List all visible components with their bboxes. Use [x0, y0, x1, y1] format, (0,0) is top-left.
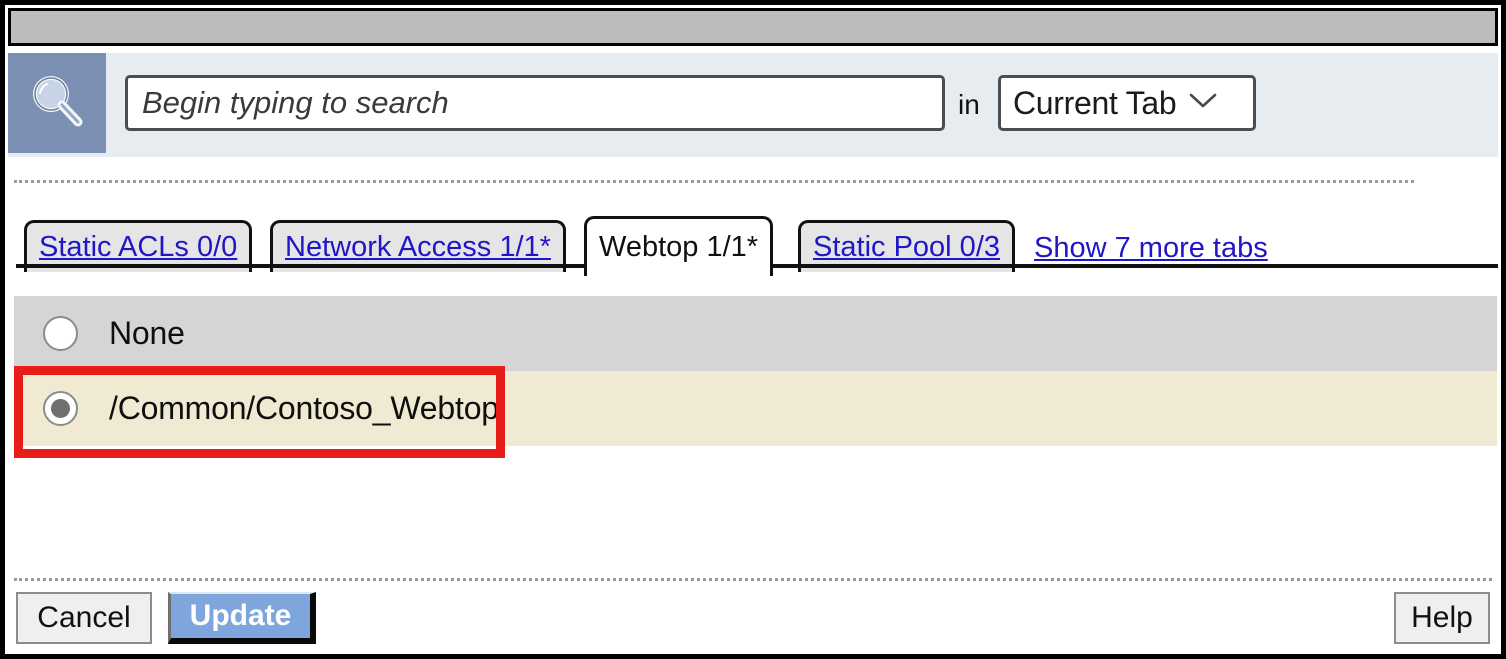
search-bar: in Current Tab [8, 53, 1498, 157]
search-input[interactable] [125, 75, 945, 131]
option-label: /Common/Contoso_Webtop [109, 390, 499, 426]
dialog-footer: Cancel Update Help [8, 586, 1498, 651]
frame-notch [0, 252, 8, 274]
separator-footer [14, 578, 1492, 581]
radio-contoso-webtop[interactable] [43, 391, 78, 426]
tab-webtop[interactable]: Webtop 1/1* [584, 216, 774, 276]
tab-label: Static Pool 0/3 [813, 231, 1000, 263]
radio-none[interactable] [43, 316, 78, 351]
search-scope-prefix-label: in [958, 89, 980, 120]
search-icon-button[interactable] [8, 53, 106, 153]
update-button[interactable]: Update [168, 592, 316, 644]
application-window: in Current Tab Static ACLs 0/0 Network A… [0, 0, 1506, 659]
help-button[interactable]: Help [1394, 592, 1490, 644]
search-scope-dropdown[interactable]: Current Tab [998, 75, 1256, 131]
tab-bar: Static ACLs 0/0 Network Access 1/1* Webt… [8, 212, 1498, 276]
tab-label: Static ACLs 0/0 [39, 231, 238, 263]
option-label: None [109, 315, 185, 351]
search-scope-value: Current Tab [1013, 84, 1177, 121]
help-button-label: Help [1411, 601, 1473, 634]
search-magnifier-icon [26, 70, 88, 137]
show-more-tabs-link[interactable]: Show 7 more tabs [1034, 232, 1268, 265]
update-button-label: Update [189, 599, 292, 632]
option-row-contoso-webtop[interactable]: /Common/Contoso_Webtop [14, 371, 1497, 446]
option-row-none[interactable]: None [14, 296, 1497, 371]
cancel-button-label: Cancel [37, 601, 131, 634]
tab-label: Network Access 1/1* [285, 231, 551, 263]
tab-label: Webtop 1/1* [599, 231, 759, 263]
webtop-option-list: None /Common/Contoso_Webtop [14, 296, 1497, 446]
cancel-button[interactable]: Cancel [16, 592, 152, 644]
separator-top [14, 180, 1414, 183]
chevron-down-icon [1188, 92, 1218, 115]
window-title-bar [8, 8, 1498, 46]
